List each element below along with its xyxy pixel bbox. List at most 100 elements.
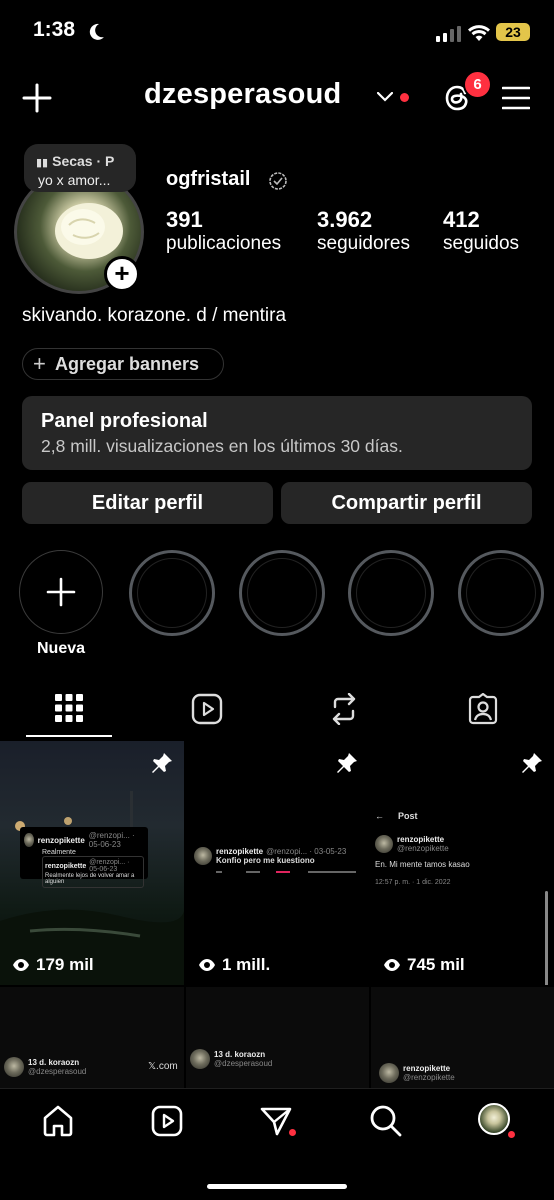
pin-icon — [520, 751, 544, 775]
reposts-tab-icon[interactable] — [329, 693, 359, 725]
stat-value: 412 — [443, 207, 480, 232]
profile-dot — [508, 1131, 515, 1138]
add-banners-label: Agregar banners — [55, 354, 200, 374]
new-highlight-label: Nueva — [37, 640, 86, 657]
stat-value: 3.962 — [317, 207, 373, 232]
post-tile[interactable]: renzopikette @renzopi... · 03-05-23 Konf… — [186, 741, 369, 985]
tweet-card: renzopikette @renzopi... · 05-06-23 Real… — [20, 827, 148, 888]
chevron-down-icon[interactable] — [377, 92, 393, 102]
profile-tab-avatar[interactable] — [478, 1103, 510, 1135]
highlight[interactable] — [458, 550, 544, 636]
battery-icon: 23 — [496, 23, 530, 41]
tweet-name: 13 d. koraozn — [28, 1058, 80, 1067]
menu-icon[interactable] — [502, 86, 530, 110]
stat-following[interactable]: 412 seguidos — [443, 207, 519, 255]
share-profile-button[interactable]: Compartir perfil — [281, 482, 532, 524]
active-tab-indicator — [26, 735, 112, 737]
tweet-author: renzopikette @renzopikette — [379, 1063, 455, 1083]
tweet-avatar — [190, 1049, 210, 1069]
home-icon[interactable] — [41, 1104, 75, 1138]
tweet-avatar — [194, 847, 212, 865]
account-switcher[interactable]: dzesperasoud — [144, 78, 341, 111]
stat-value: 391 — [166, 207, 203, 232]
pin-icon — [335, 751, 359, 775]
tweet-name: 13 d. koraozn — [214, 1050, 266, 1059]
tweet-avatar — [24, 833, 34, 847]
add-banners-button[interactable]: + Agregar banners — [22, 348, 224, 380]
views-count: 179 mil — [12, 955, 94, 975]
eye-icon — [199, 959, 215, 971]
tweet-name: renzopikette — [397, 835, 445, 844]
tweet-name: renzopikette — [403, 1064, 451, 1073]
create-post-icon[interactable] — [22, 83, 52, 113]
home-indicator — [207, 1184, 347, 1189]
tweet-author: 13 d. koraozn @dzesperasoud — [190, 1049, 272, 1069]
tweet-handle: @renzopikette — [397, 844, 449, 853]
quote-text: Realmente lejos de volver amar a alguien — [45, 873, 135, 885]
new-highlight-button[interactable] — [19, 550, 103, 634]
post-tile[interactable]: ← Post renzopikette @renzopikette En. Mi … — [371, 741, 554, 985]
tweet-name: renzopikette — [216, 847, 264, 856]
note-music: ▮▮ Secas · P — [36, 153, 115, 169]
views-value: 745 mil — [407, 955, 465, 974]
reels-tab-icon[interactable] — [191, 693, 223, 725]
tweet-handle: @dzesperasoud — [214, 1059, 273, 1068]
pin-icon — [150, 751, 174, 775]
threads-badge: 6 — [463, 70, 492, 99]
views-count: 745 mil — [383, 955, 465, 975]
highlight[interactable] — [239, 550, 325, 636]
highlight[interactable] — [348, 550, 434, 636]
views-value: 179 mil — [36, 955, 94, 974]
edit-profile-button[interactable]: Editar perfil — [22, 482, 273, 524]
tweet-avatar — [379, 1063, 399, 1083]
tweet-handle: @dzesperasoud — [28, 1067, 87, 1076]
reels-icon[interactable] — [150, 1104, 184, 1138]
tweet-handle: @renzopikette — [403, 1073, 455, 1082]
post-tile[interactable]: 13 d. koraozn @dzesperasoud 𝕏.com — [0, 987, 184, 1088]
views-value: 1 mill. — [222, 955, 271, 974]
search-icon[interactable] — [369, 1104, 403, 1138]
grid-tab-icon[interactable] — [54, 693, 84, 723]
post-tile[interactable]: 13 d. koraozn @dzesperasoud — [186, 987, 369, 1088]
professional-dashboard[interactable] — [22, 396, 532, 470]
tweet-author: renzopikette @renzopikette — [375, 835, 449, 853]
highlight[interactable] — [129, 550, 215, 636]
tweet-actions — [216, 871, 356, 873]
display-name: ogfristail — [166, 168, 251, 190]
messages-icon[interactable] — [259, 1104, 293, 1138]
tweet-card: renzopikette @renzopi... · 03-05-23 Konf… — [194, 847, 364, 873]
add-story-button[interactable]: + — [104, 256, 140, 292]
tweet-name: renzopikette — [37, 835, 85, 845]
note-text: yo x amor... — [38, 172, 111, 188]
wifi-icon — [468, 24, 490, 42]
scrollbar[interactable] — [545, 891, 548, 985]
tagged-tab-icon[interactable] — [467, 693, 499, 725]
tweet-text: Konfio pero me kuestiono — [216, 856, 315, 865]
quote-name: renzopikette — [45, 862, 87, 870]
x-brand: 𝕏.com — [148, 1061, 178, 1072]
bio: skivando. korazone. d / mentira — [22, 305, 287, 326]
quote-handle: @renzopi... · 05-06-23 — [89, 859, 130, 873]
post-header: ← Post — [375, 811, 418, 821]
eye-icon — [13, 959, 29, 971]
post-tile[interactable]: renzopikette @renzopikette — [371, 987, 554, 1088]
verified-icon — [268, 171, 288, 191]
signal-icon — [436, 26, 462, 42]
views-count: 1 mill. — [198, 955, 270, 975]
tweet-text: En. Mi mente tamos kasao — [375, 860, 470, 869]
notification-dot — [400, 93, 409, 102]
tweet-handle: @renzopi... · 03-05-23 — [266, 847, 347, 856]
moon-icon — [86, 22, 106, 42]
status-time: 1:38 — [33, 18, 76, 41]
stat-followers[interactable]: 3.962 seguidores — [317, 207, 410, 255]
post-tile[interactable]: renzopikette @renzopi... · 05-06-23 Real… — [0, 741, 184, 985]
tweet-time: 12:57 p. m. · 1 dic. 2022 — [375, 879, 451, 886]
tweet-text: Realmente — [42, 849, 76, 856]
tweet-avatar — [4, 1057, 24, 1077]
stat-posts: 391 publicaciones — [166, 207, 281, 255]
pro-panel-title: Panel profesional — [41, 410, 208, 432]
stat-label: publicaciones — [166, 233, 282, 254]
tweet-author: 13 d. koraozn @dzesperasoud — [4, 1057, 86, 1077]
pro-panel-subtitle: 2,8 mill. visualizaciones en los últimos… — [41, 436, 403, 456]
plus-icon: + — [33, 351, 46, 376]
